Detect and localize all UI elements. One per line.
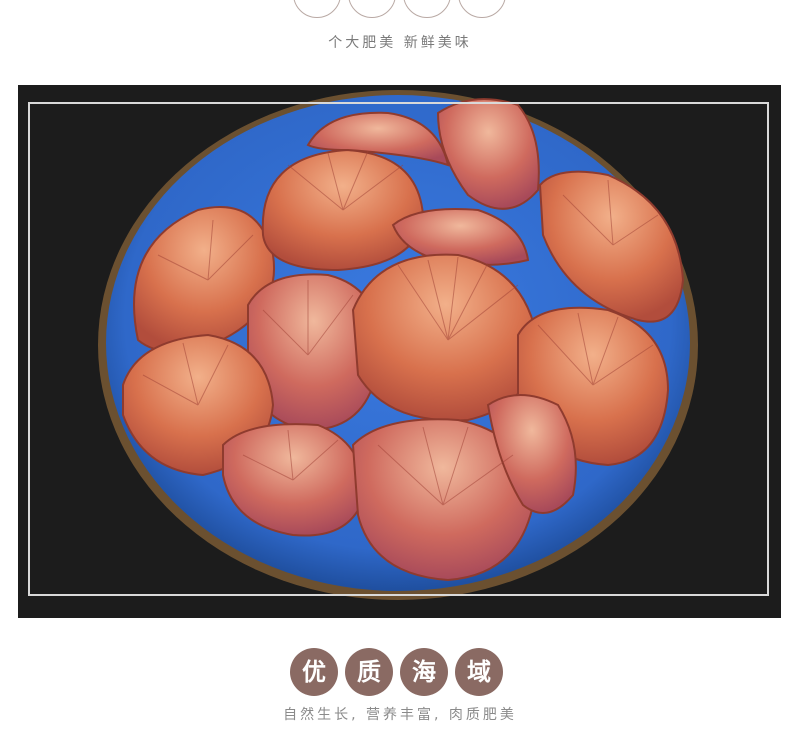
top-badge-row [0,0,800,20]
bottom-caption: 自然生长, 营养丰富, 肉质肥美 [283,707,517,723]
quality-badge: 海 [400,648,448,696]
top-badge-circle [293,0,341,18]
quality-badge: 域 [455,648,503,696]
top-caption: 个大肥美 新鲜美味 [328,35,472,51]
product-photo [18,85,781,618]
quality-badge: 优 [290,648,338,696]
quality-badge: 质 [345,648,393,696]
top-badge-circle [403,0,451,18]
photo-inner-frame [28,102,769,596]
top-badge-circle [348,0,396,18]
top-badge-circle [458,0,506,18]
quality-badge-row: 优 质 海 域 [0,648,800,698]
